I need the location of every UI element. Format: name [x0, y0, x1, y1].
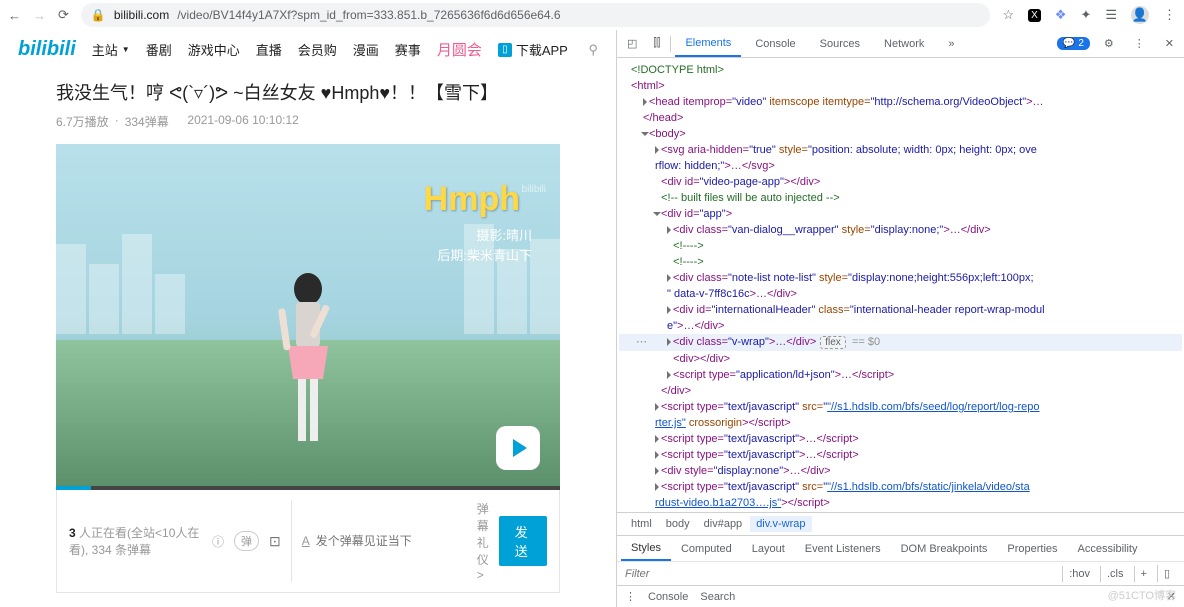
tab-event-listeners[interactable]: Event Listeners	[795, 538, 891, 560]
crumb-app[interactable]: div#app	[698, 516, 749, 532]
device-icon[interactable]: ⫿⫿	[647, 33, 666, 54]
nav-vip[interactable]: 会员购	[298, 40, 337, 59]
bilibili-logo[interactable]: bilibili	[18, 38, 76, 61]
tab-elements[interactable]: Elements	[675, 31, 741, 57]
danmu-settings-icon[interactable]: ⊡	[269, 533, 281, 550]
inspect-icon[interactable]: ◰	[621, 33, 643, 54]
devtools-menu-icon[interactable]: ⋮	[1128, 33, 1151, 54]
nav-bangumi[interactable]: 番剧	[146, 40, 172, 59]
drawer-menu-icon[interactable]: ⋮	[625, 590, 636, 603]
lock-icon: 🔒	[91, 8, 106, 22]
nav-special[interactable]: 月圆会	[437, 39, 482, 60]
danmu-count: 334弹幕	[125, 113, 169, 130]
video-credits: 摄影:晴川后期:柴米青山下	[437, 226, 532, 265]
dom-tree[interactable]: <!DOCTYPE html> <html> <head itemprop="v…	[617, 58, 1184, 512]
address-bar[interactable]: 🔒 bilibili.com/video/BV14f4y1A7Xf?spm_id…	[81, 3, 991, 27]
video-stats: 6.7万播放· 334弹幕 2021-09-06 10:10:12	[56, 113, 560, 130]
selected-dom-node: ⋯<div class="v-wrap">…</div>flex == $0	[619, 334, 1182, 351]
breadcrumb: html body div#app div.v-wrap	[617, 512, 1184, 535]
settings-icon[interactable]: ⚙	[1098, 33, 1120, 54]
watermark: bilibili	[522, 184, 546, 195]
menu-icon[interactable]: ⋮	[1163, 7, 1176, 23]
crumb-html[interactable]: html	[625, 516, 658, 532]
drawer-console[interactable]: Console	[648, 591, 688, 603]
info-icon[interactable]: ⓘ	[212, 533, 224, 550]
video-title: 我没生气！哼 ᕙ(`▿´)ᕗ ~白丝女友 ♥Hmph♥！！【雪下】	[56, 79, 560, 105]
danmu-input-area: A 弹幕礼仪 >	[291, 500, 489, 582]
nav-game[interactable]: 游戏中心	[188, 40, 240, 59]
tab-layout[interactable]: Layout	[742, 538, 795, 560]
video-player[interactable]: Hmph bilibili 摄影:晴川后期:柴米青山下	[56, 144, 560, 490]
ext-1-icon[interactable]: X	[1028, 9, 1041, 22]
drawer-tabs: ⋮ Console Search ✕	[617, 585, 1184, 607]
new-style-icon[interactable]: +	[1134, 566, 1153, 582]
download-app[interactable]: ▯下载APP	[498, 40, 568, 59]
send-button[interactable]: 发送	[499, 516, 547, 566]
crumb-body[interactable]: body	[660, 516, 696, 532]
issues-badge[interactable]: 💬 2	[1057, 37, 1090, 50]
nav-match[interactable]: 赛事	[395, 40, 421, 59]
tab-dom-breakpoints[interactable]: DOM Breakpoints	[891, 538, 998, 560]
danmu-etiquette[interactable]: 弹幕礼仪 >	[477, 500, 489, 582]
tab-computed[interactable]: Computed	[671, 538, 742, 560]
devtools-tabs: ◰ ⫿⫿ Elements Console Sources Network » …	[617, 30, 1184, 58]
play-button[interactable]	[496, 426, 540, 470]
styles-more-icon[interactable]: ▯	[1157, 565, 1176, 582]
nav-manga[interactable]: 漫画	[353, 40, 379, 59]
styles-filter-row: :hov .cls + ▯	[617, 561, 1184, 585]
tab-network[interactable]: Network	[874, 32, 934, 56]
ext-2-icon[interactable]: ❖	[1055, 7, 1067, 23]
video-overlay-text: Hmph	[424, 180, 520, 219]
progress-bar[interactable]	[56, 486, 560, 490]
reading-list-icon[interactable]: ☰	[1105, 7, 1117, 23]
browser-toolbar: ← → ⟳ 🔒 bilibili.com/video/BV14f4y1A7Xf?…	[0, 0, 1184, 30]
site-header: bilibili 主站 ▼ 番剧 游戏中心 直播 会员购 漫画 赛事 月圆会 ▯…	[0, 30, 616, 69]
url-path: /video/BV14f4y1A7Xf?spm_id_from=333.851.…	[177, 8, 560, 22]
url-host: bilibili.com	[114, 8, 169, 22]
devtools-panel: ◰ ⫿⫿ Elements Console Sources Network » …	[617, 30, 1184, 607]
cls-toggle[interactable]: .cls	[1100, 566, 1130, 582]
tab-styles[interactable]: Styles	[621, 537, 671, 561]
extension-icons: ☆ X ❖ ✦ ☰ 👤 ⋮	[1002, 6, 1176, 24]
back-icon[interactable]: ←	[8, 8, 21, 23]
dancer-figure	[268, 264, 348, 464]
tab-console[interactable]: Console	[745, 32, 805, 56]
extensions-icon[interactable]: ✦	[1080, 7, 1091, 23]
font-style-icon[interactable]: A	[302, 534, 310, 548]
tab-more[interactable]: »	[938, 32, 964, 56]
tab-sources[interactable]: Sources	[810, 32, 870, 56]
styles-filter-input[interactable]	[625, 568, 1062, 580]
danmu-toggle[interactable]: 弹	[234, 531, 259, 551]
tab-properties[interactable]: Properties	[997, 538, 1067, 560]
close-devtools-icon[interactable]: ✕	[1159, 33, 1180, 54]
crumb-vwrap[interactable]: div.v-wrap	[750, 516, 811, 532]
nav-live[interactable]: 直播	[256, 40, 282, 59]
play-count: 6.7万播放	[56, 113, 109, 130]
webpage: bilibili 主站 ▼ 番剧 游戏中心 直播 会员购 漫画 赛事 月圆会 ▯…	[0, 30, 617, 607]
viewer-count: 3 人正在看(全站<10人在看), 334 条弹幕	[69, 524, 202, 558]
upload-date: 2021-09-06 10:10:12	[187, 113, 298, 130]
search-icon[interactable]: ⚲	[588, 42, 598, 58]
tab-accessibility[interactable]: Accessibility	[1068, 538, 1148, 560]
forward-icon[interactable]: →	[33, 8, 46, 23]
profile-icon[interactable]: 👤	[1131, 6, 1149, 24]
danmu-input[interactable]	[316, 534, 471, 548]
player-controls-bar: 3 人正在看(全站<10人在看), 334 条弹幕 ⓘ 弹 ⊡ A 弹幕礼仪 >…	[56, 490, 560, 593]
hov-toggle[interactable]: :hov	[1062, 566, 1096, 582]
reload-icon[interactable]: ⟳	[58, 7, 69, 23]
star-icon[interactable]: ☆	[1002, 7, 1014, 23]
nav-home[interactable]: 主站 ▼	[92, 40, 130, 59]
phone-icon: ▯	[498, 43, 512, 57]
drawer-search[interactable]: Search	[700, 591, 735, 603]
styles-tabs: Styles Computed Layout Event Listeners D…	[617, 535, 1184, 561]
watermark-footer: @51CTO博客	[1108, 587, 1176, 603]
